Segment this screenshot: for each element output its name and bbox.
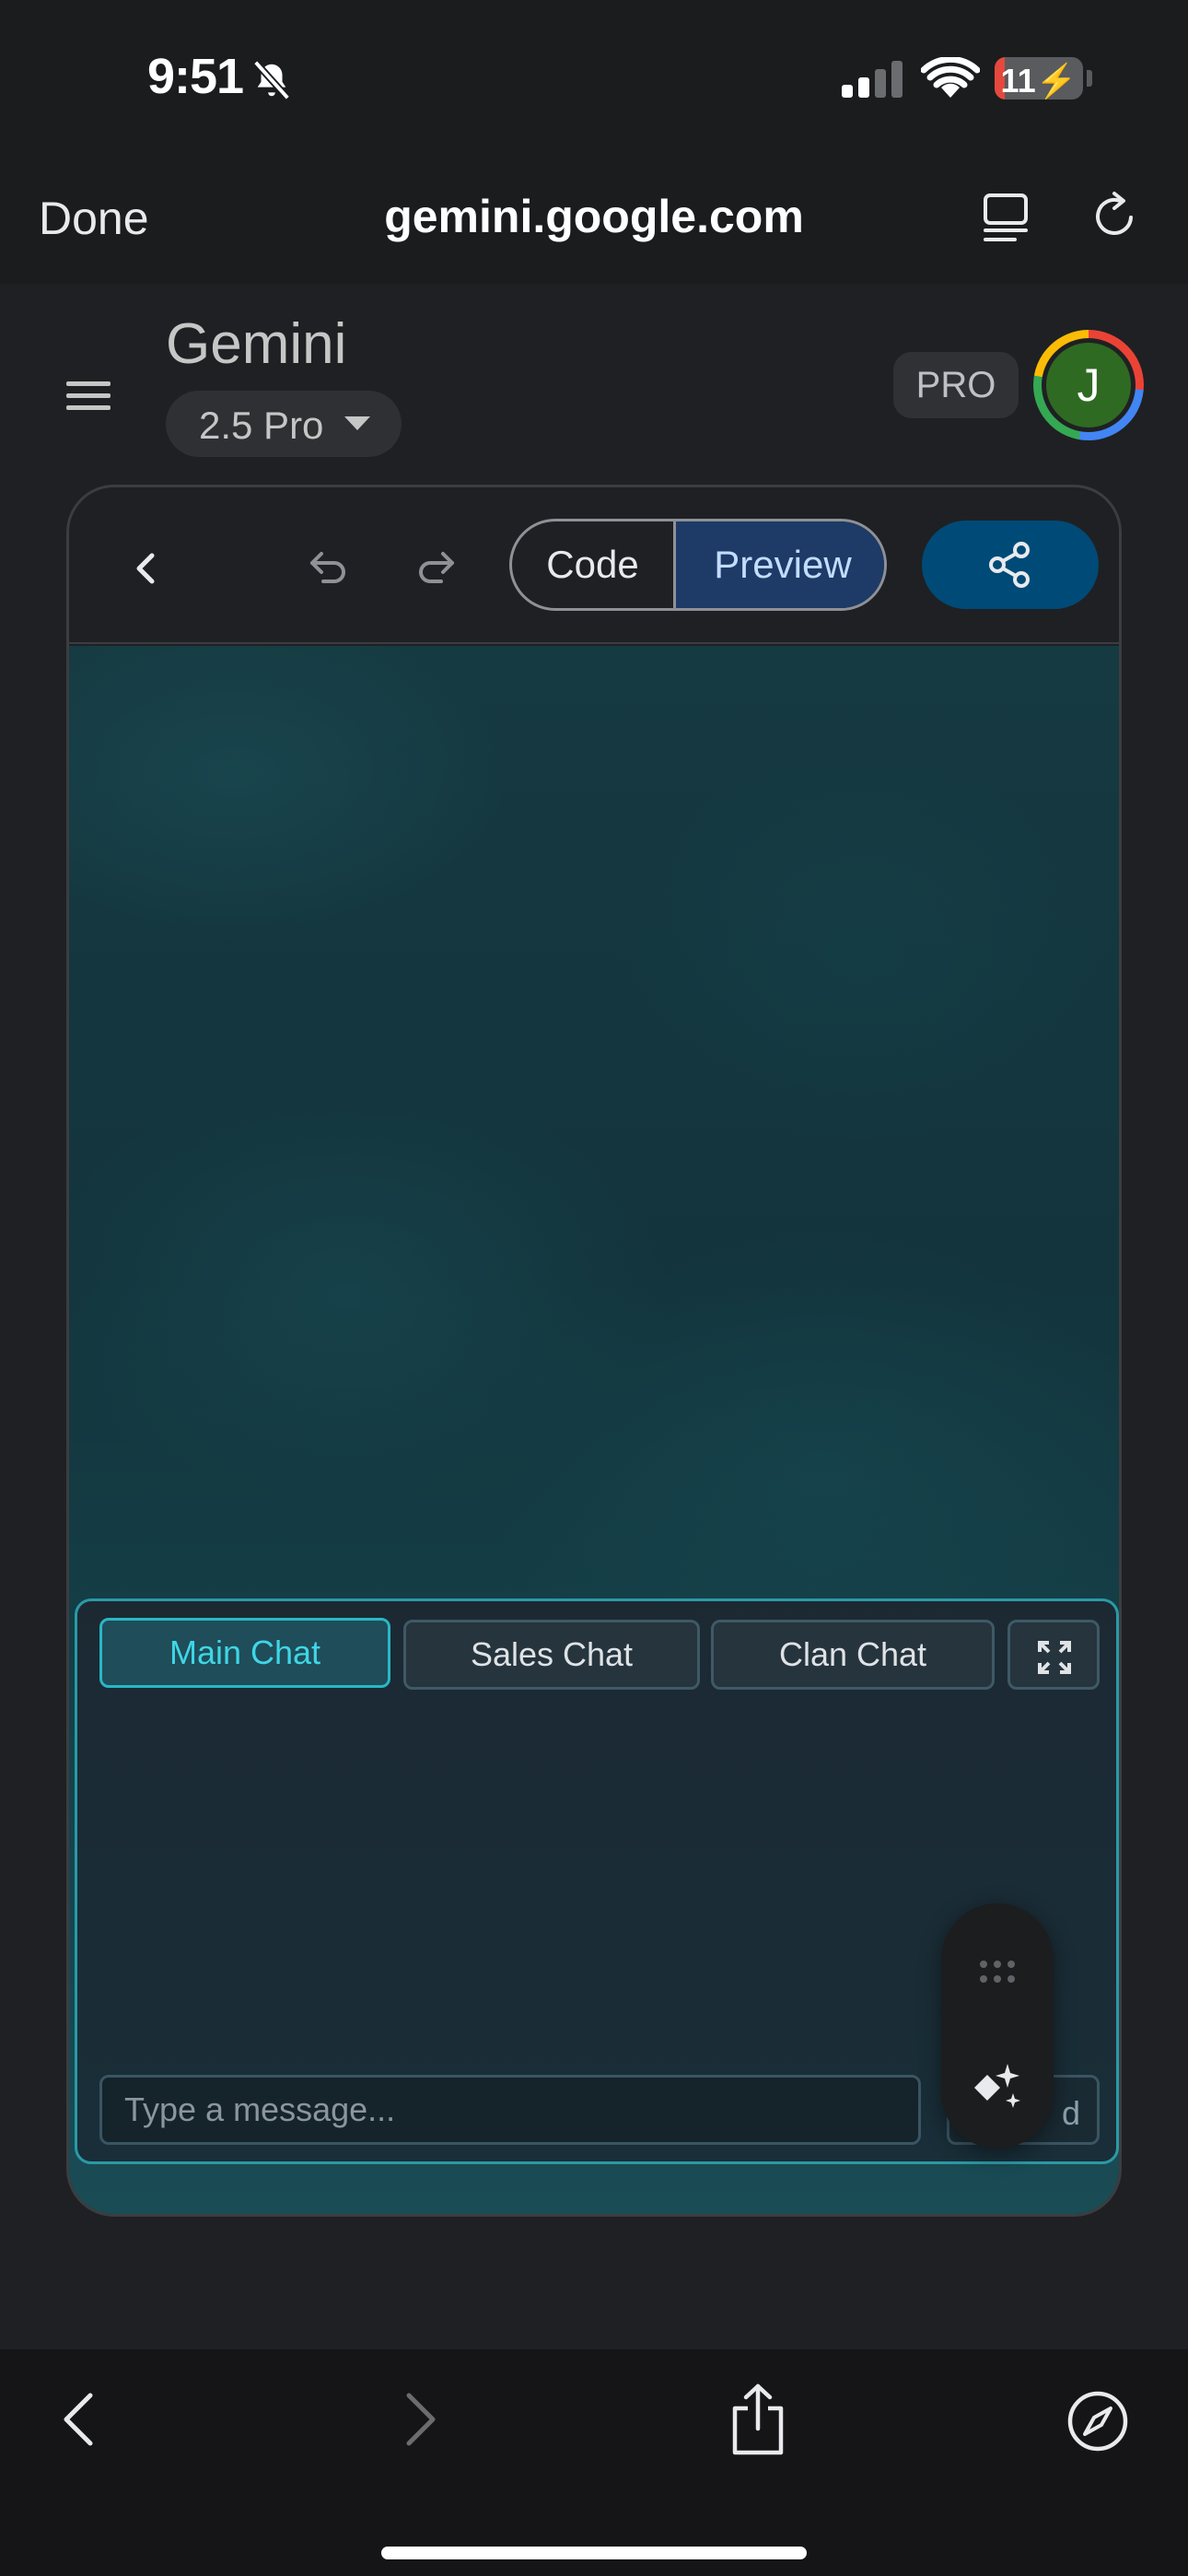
message-input[interactable]: [99, 2075, 921, 2145]
grip-icon[interactable]: [978, 1959, 1017, 1985]
browser-bottom-bar: [0, 2349, 1188, 2576]
tab-main-chat[interactable]: Main Chat: [99, 1618, 390, 1688]
chevron-left-icon[interactable]: [134, 552, 156, 585]
back-icon[interactable]: [59, 2390, 96, 2449]
code-preview-toggle: Code Preview: [509, 519, 887, 611]
battery-charging-icon: 11⚡: [995, 57, 1083, 100]
share-icon: [989, 542, 1030, 588]
reader-icon[interactable]: [982, 192, 1030, 243]
expand-icon: [1038, 1641, 1071, 1674]
battery-nub: [1087, 70, 1092, 87]
send-label: d: [1061, 2094, 1080, 2132]
redo-icon[interactable]: [415, 548, 456, 585]
status-time: 9:51: [147, 49, 244, 104]
tab-sales-chat[interactable]: Sales Chat: [403, 1620, 700, 1690]
home-indicator: [381, 2547, 807, 2559]
pro-badge: PRO: [893, 352, 1019, 418]
avatar[interactable]: J: [1033, 330, 1144, 440]
share-icon[interactable]: [726, 2383, 790, 2456]
status-bar: 9:51 11⚡ Done gemini.google.com: [0, 0, 1188, 244]
expand-button[interactable]: [1007, 1620, 1100, 1690]
floating-tool-pill[interactable]: [941, 1903, 1054, 2149]
app-title: Gemini: [166, 312, 347, 376]
sparkle-edit-icon[interactable]: [971, 2060, 1024, 2113]
caret-down-icon: [344, 416, 370, 430]
model-selector[interactable]: 2.5 Pro: [166, 391, 402, 457]
compass-icon[interactable]: [1066, 2390, 1129, 2453]
avatar-initial: J: [1046, 343, 1131, 427]
canvas-toolbar: Code Preview: [69, 487, 1119, 644]
tab-code[interactable]: Code: [512, 521, 676, 608]
tab-clan-chat[interactable]: Clan Chat: [711, 1620, 995, 1690]
share-button[interactable]: [922, 521, 1099, 609]
menu-icon[interactable]: [66, 380, 111, 413]
model-label: 2.5 Pro: [199, 404, 324, 447]
wifi-icon: [921, 57, 980, 98]
undo-icon[interactable]: [309, 548, 349, 585]
tab-preview[interactable]: Preview: [676, 521, 884, 608]
battery-level-text: 11⚡: [1000, 62, 1077, 100]
signal-icon: [842, 61, 903, 98]
forward-icon[interactable]: [403, 2390, 440, 2449]
bell-slash-icon: [252, 60, 291, 100]
reload-icon[interactable]: [1090, 190, 1138, 241]
